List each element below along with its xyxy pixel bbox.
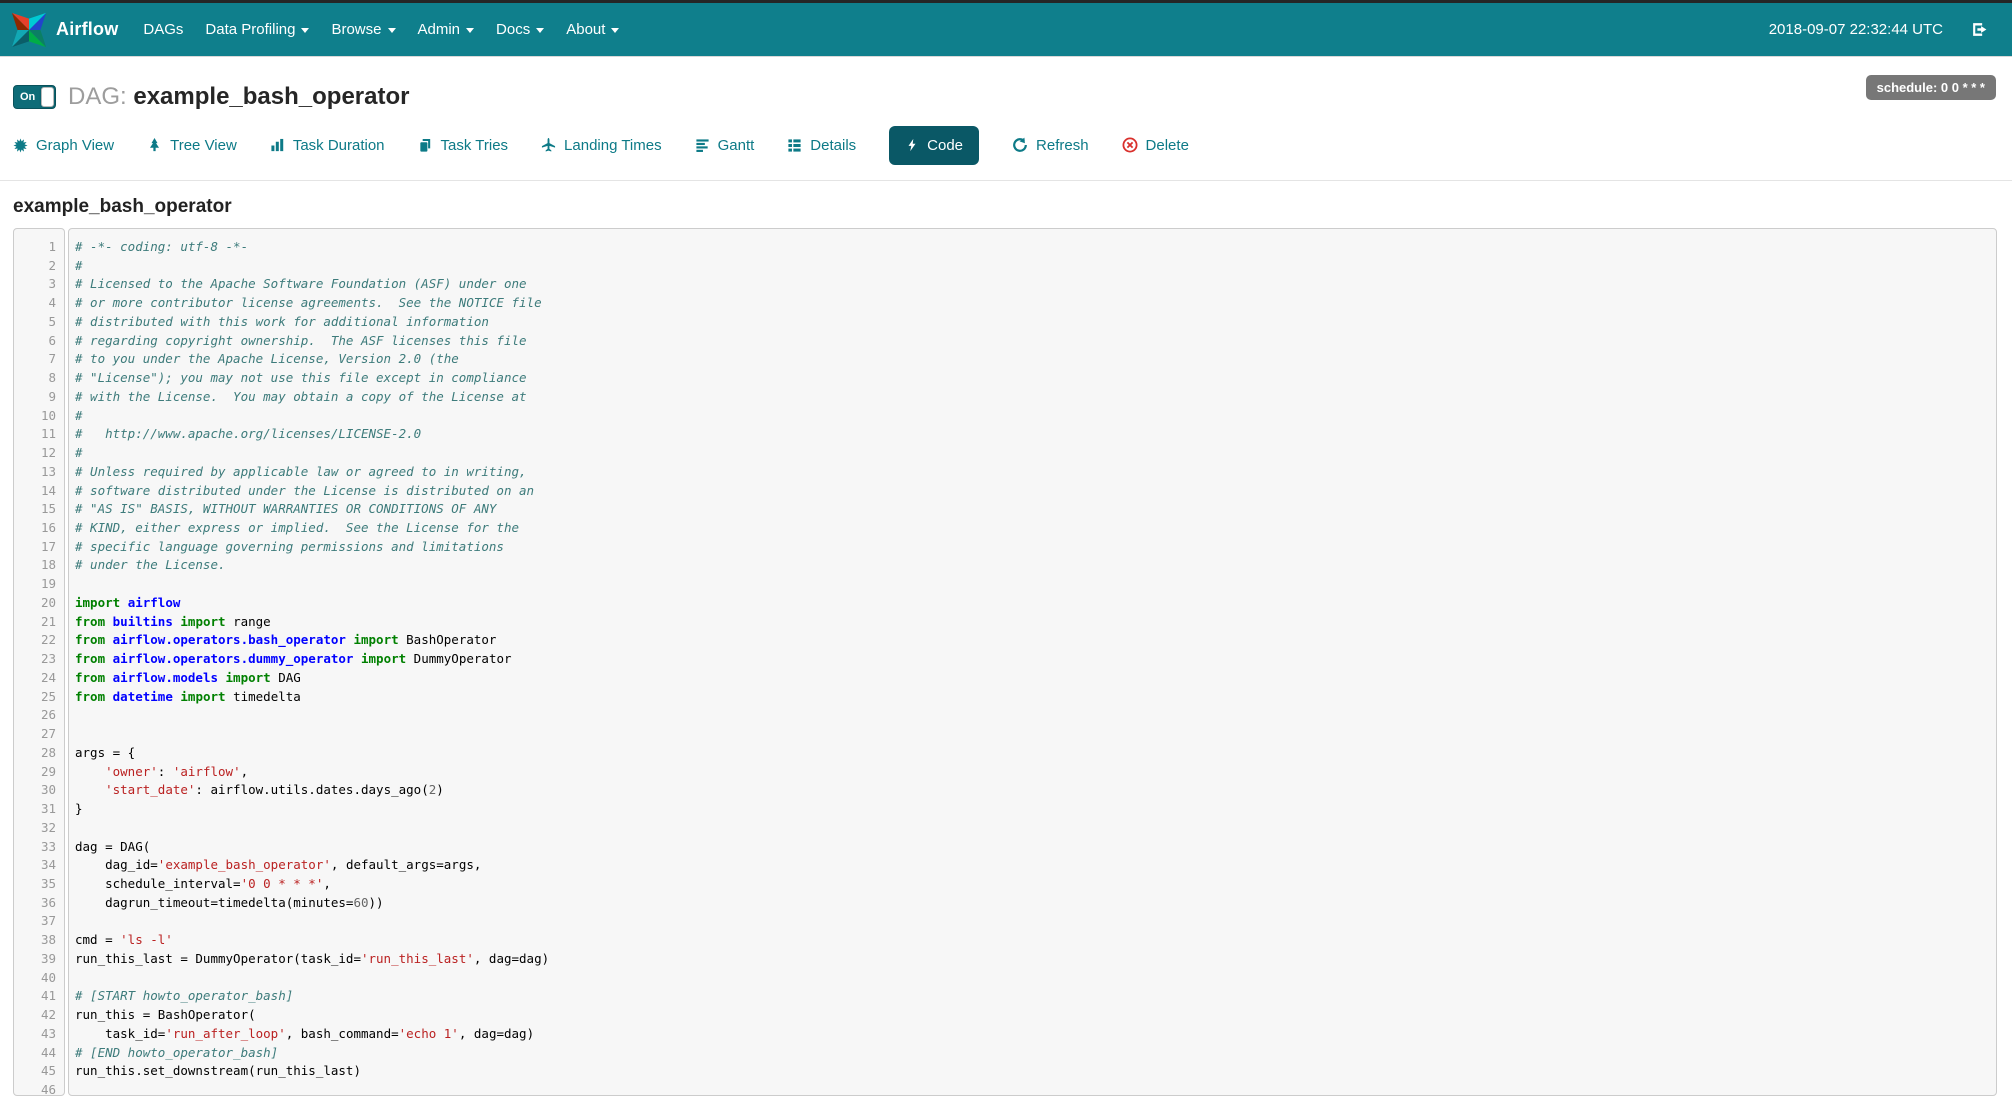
toggle-knob bbox=[41, 87, 54, 107]
tab-graph-view[interactable]: Graph View bbox=[13, 137, 114, 154]
bar-chart-icon bbox=[270, 138, 285, 153]
caret-down-icon bbox=[388, 28, 396, 33]
duplicate-icon bbox=[418, 138, 433, 153]
utc-clock: 2018-09-07 22:32:44 UTC bbox=[1769, 21, 1943, 38]
brand-title: Airflow bbox=[56, 19, 118, 40]
caret-down-icon bbox=[611, 28, 619, 33]
certificate-icon bbox=[13, 138, 28, 153]
th-list-icon bbox=[787, 138, 802, 153]
tab-details[interactable]: Details bbox=[787, 137, 856, 154]
tab-task-duration[interactable]: Task Duration bbox=[270, 137, 385, 154]
dag-on-off-toggle[interactable]: On bbox=[13, 85, 56, 109]
dag-prefix-label: DAG: bbox=[68, 83, 127, 110]
dag-view-tabs: Graph View Tree View Task Duration Task … bbox=[13, 123, 1999, 167]
tab-gantt[interactable]: Gantt bbox=[695, 137, 755, 154]
code-view-subtitle: example_bash_operator bbox=[13, 196, 2012, 218]
plane-icon bbox=[541, 138, 556, 153]
tab-task-tries[interactable]: Task Tries bbox=[418, 137, 509, 154]
nav-item-dags[interactable]: DAGs bbox=[132, 3, 194, 56]
dag-code-viewer: 1234567891011121314151617181920212223242… bbox=[13, 228, 1997, 1096]
refresh-button[interactable]: Refresh bbox=[1012, 137, 1089, 154]
nav-item-admin[interactable]: Admin bbox=[407, 3, 486, 56]
main-menu: DAGs Data Profiling Browse Admin Docs Ab… bbox=[132, 3, 630, 56]
dag-name: example_bash_operator bbox=[133, 83, 409, 110]
code-pane: # -*- coding: utf-8 -*-## Licensed to th… bbox=[68, 228, 1997, 1096]
nav-item-browse[interactable]: Browse bbox=[320, 3, 406, 56]
tab-tree-view[interactable]: Tree View bbox=[147, 137, 237, 154]
top-navbar: Airflow DAGs Data Profiling Browse Admin… bbox=[0, 0, 2012, 57]
nav-item-docs[interactable]: Docs bbox=[485, 3, 555, 56]
nav-item-about[interactable]: About bbox=[555, 3, 630, 56]
caret-down-icon bbox=[301, 28, 309, 33]
page-title: DAG: example_bash_operator bbox=[68, 83, 409, 111]
delete-button[interactable]: Delete bbox=[1122, 137, 1189, 154]
logout-button[interactable] bbox=[1971, 21, 1988, 38]
toggle-on-label: On bbox=[20, 91, 35, 103]
tree-icon bbox=[147, 138, 162, 153]
times-circle-icon bbox=[1122, 137, 1138, 153]
tab-landing-times[interactable]: Landing Times bbox=[541, 137, 662, 154]
line-number-gutter: 1234567891011121314151617181920212223242… bbox=[13, 228, 65, 1096]
align-left-icon bbox=[695, 138, 710, 153]
nav-item-data-profiling[interactable]: Data Profiling bbox=[194, 3, 320, 56]
airflow-brand[interactable]: Airflow bbox=[10, 11, 118, 49]
refresh-icon bbox=[1012, 137, 1028, 153]
tab-code[interactable]: Code bbox=[889, 126, 979, 165]
caret-down-icon bbox=[536, 28, 544, 33]
airflow-logo-icon bbox=[10, 11, 48, 49]
schedule-badge: schedule: 0 0 * * * bbox=[1866, 75, 1996, 100]
sign-out-icon bbox=[1971, 21, 1988, 38]
tabs-divider bbox=[0, 180, 2012, 181]
bolt-icon bbox=[905, 138, 919, 152]
dag-header: On DAG: example_bash_operator schedule: … bbox=[13, 83, 1996, 111]
caret-down-icon bbox=[466, 28, 474, 33]
